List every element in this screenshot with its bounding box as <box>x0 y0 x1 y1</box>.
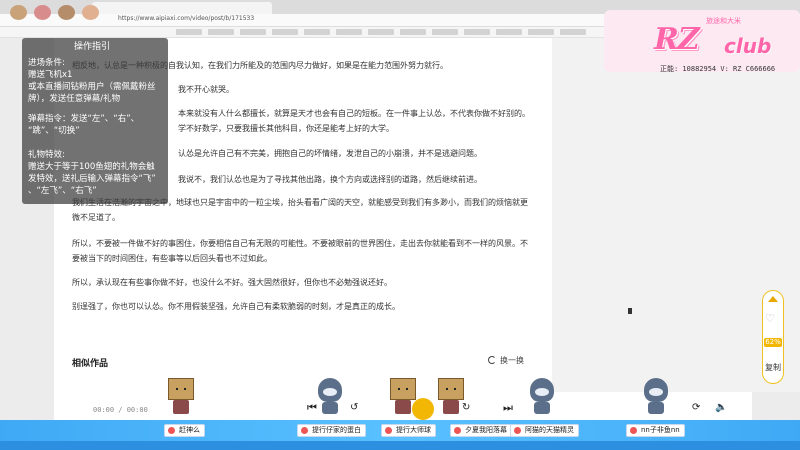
article-paragraph: 所以，不要被一件做不好的事困住，你要相信自己有无限的可能性。不要被眼前的世界困住… <box>72 239 528 263</box>
streamer-avatar <box>10 5 27 20</box>
read-progress: 62% <box>764 338 782 347</box>
mouse-cursor-icon <box>628 308 632 314</box>
logo-stat: 正能: 10882954 V: RZ C666666 <box>660 65 776 73</box>
article-paragraph: 别逞强了，你也可以认怂。你不用假装坚强，允许自己有柔软脆弱的时刻，才是真正的成长… <box>72 302 400 311</box>
overlay-line: 或本直播间钻粉用户（需佩戴粉丝 <box>28 82 156 92</box>
browser-tab[interactable] <box>92 2 272 14</box>
shark-character-body <box>534 402 550 414</box>
bookmark-item[interactable] <box>496 29 522 35</box>
scroll-top-icon[interactable] <box>768 296 778 302</box>
viewer-tag[interactable]: 阿猫的天猫精灵 <box>510 424 579 437</box>
similar-works-title: 相似作品 <box>72 359 109 369</box>
volume-icon[interactable]: 🔈 <box>715 401 727 415</box>
heart-icon[interactable]: ♡ <box>765 312 775 325</box>
previous-icon[interactable]: ⏮ <box>307 401 317 415</box>
streamer-avatar <box>58 5 75 20</box>
overlay-line: 牌），发送任意弹幕/礼物 <box>28 94 121 104</box>
forward-15-icon[interactable]: ↻ <box>462 401 470 415</box>
shark-character-body <box>648 402 664 414</box>
box-character-figure <box>168 378 194 400</box>
overlay-line: “跳”、“切换” <box>28 126 80 136</box>
viewer-tag[interactable]: 提行大师球 <box>381 424 436 437</box>
streamer-avatar <box>82 5 99 20</box>
overlay-line: 弹幕指令：发送“左”、“右”、 <box>28 114 140 124</box>
bookmark-item[interactable] <box>464 29 490 35</box>
shark-character-figure <box>530 378 554 402</box>
overlay-line: 、“左飞”、“右飞” <box>28 186 97 196</box>
copy-button[interactable]: 复制 <box>765 362 781 373</box>
bookmark-item[interactable] <box>176 29 202 35</box>
article-paragraph: 本来就没有人什么都擅长，就算是天才也会有自己的短板。在一件事上认怂，不代表你做不… <box>178 109 530 133</box>
overlay-title: 操作指引 <box>74 42 111 52</box>
url-text[interactable]: https://www.aipiaxi.com/video/post/b/171… <box>118 15 254 22</box>
refresh-label: 换一换 <box>500 356 524 365</box>
shark-character-figure <box>318 378 342 402</box>
shark-character-figure <box>644 378 668 402</box>
bookmark-item[interactable] <box>368 29 394 35</box>
article-paragraph: 所以，承认现在有些事你做不好，也没什么不好。强大固然很好，但你也不必勉强说还好。 <box>72 278 392 287</box>
wave-decoration <box>0 441 800 450</box>
overlay-line: 礼物特效: <box>28 150 65 160</box>
bookmark-item[interactable] <box>304 29 330 35</box>
overlay-line: 进场条件: <box>28 58 65 68</box>
overlay-line: 赠送大于等于100鱼翅的礼物会触 <box>28 162 155 172</box>
logo-club: club <box>724 34 772 58</box>
play-button[interactable] <box>412 398 434 420</box>
bookmark-item[interactable] <box>432 29 458 35</box>
logo-rz: RZ <box>654 22 700 57</box>
loop-icon[interactable]: ⟳ <box>692 401 700 415</box>
box-character-figure <box>438 378 464 400</box>
overlay-line: 发特效，送礼后输入弹幕指令“飞” <box>28 174 156 184</box>
player-time: 00:00 / 00:00 <box>93 406 148 414</box>
refresh-button[interactable]: 换一换 <box>488 355 524 366</box>
viewer-tag[interactable]: nn子非鱼nn <box>626 424 685 437</box>
bookmark-item[interactable] <box>272 29 298 35</box>
bookmark-item[interactable] <box>240 29 266 35</box>
article-paragraph: 我说不，我们认怂也是为了寻找其他出路，换个方向或选择别的道路，然后继续前进。 <box>178 175 482 184</box>
article-paragraph: 认怂是允许自己有不完美，拥抱自己的坏情绪，发泄自己的小崩溃，并不是逃避问题。 <box>178 149 482 158</box>
logo-subtitle: 旅途和大米 <box>706 17 741 25</box>
bookmark-item[interactable] <box>400 29 426 35</box>
bookmark-item[interactable] <box>336 29 362 35</box>
overlay-line: 赠送飞机x1 <box>28 70 73 80</box>
viewer-tag[interactable]: 夕夏我阳落幕 <box>450 424 512 437</box>
refresh-icon <box>488 356 496 364</box>
viewer-tag[interactable]: 提行仔家的蛋白 <box>297 424 366 437</box>
instructions-overlay: 操作指引 进场条件: 赠送飞机x1 或本直播间钻粉用户（需佩戴粉丝 牌），发送任… <box>22 38 168 204</box>
next-icon[interactable]: ⏭ <box>503 401 513 415</box>
rewind-15-icon[interactable]: ↺ <box>350 401 358 415</box>
box-character-body <box>173 400 189 414</box>
article-paragraph: 我不开心就哭。 <box>178 85 234 94</box>
box-character-body <box>443 400 459 414</box>
shark-character-body <box>322 402 338 414</box>
viewer-tag[interactable]: 赶神么 <box>164 424 205 437</box>
box-character-figure <box>390 378 416 400</box>
streamer-avatar <box>34 5 51 20</box>
box-character-body <box>395 400 411 414</box>
bookmark-item[interactable] <box>208 29 234 35</box>
bookmark-item[interactable] <box>560 29 586 35</box>
bookmark-item[interactable] <box>528 29 554 35</box>
